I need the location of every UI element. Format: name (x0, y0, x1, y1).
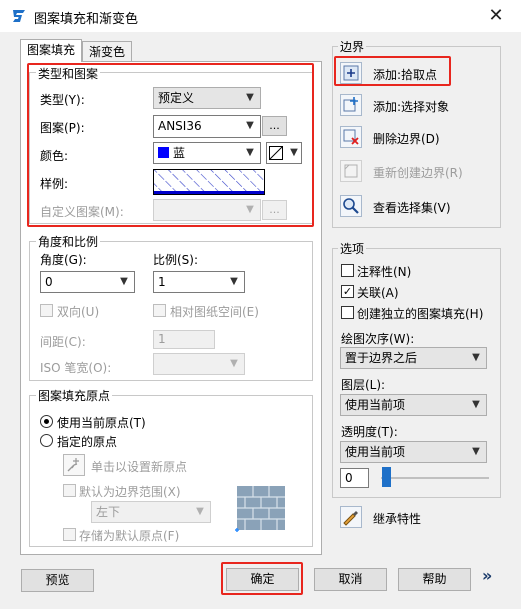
chevron-down-icon: ▼ (120, 276, 128, 287)
options-title: 选项 (338, 240, 367, 257)
transparency-amount-input[interactable]: 0 (340, 468, 369, 488)
view-selection-icon[interactable] (340, 195, 362, 217)
close-icon[interactable]: ✕ (482, 4, 510, 28)
more-options-icon[interactable]: » (482, 566, 496, 585)
set-origin-button[interactable] (63, 454, 85, 476)
layer-label: 图层(L): (341, 378, 386, 392)
store-default-origin-label: 存储为默认原点(F) (79, 529, 180, 543)
chevron-down-icon: ▼ (472, 399, 480, 410)
associative-label: 关联(A) (357, 286, 399, 300)
layer-select[interactable]: 使用当前项 ▼ (340, 394, 487, 416)
annotative-label: 注释性(N) (357, 265, 412, 279)
transparency-select[interactable]: 使用当前项 ▼ (340, 441, 487, 463)
transparency-slider-track (381, 477, 489, 479)
relative-paper-checkbox[interactable] (153, 304, 166, 317)
remove-boundary-icon[interactable] (340, 126, 362, 148)
highlight-add-pick-point (334, 56, 451, 86)
inherit-properties-icon[interactable] (340, 506, 362, 528)
hatch-origin-title: 图案填充原点 (36, 387, 113, 404)
specified-origin-radio[interactable] (40, 434, 53, 447)
recreate-boundary-icon[interactable] (340, 160, 362, 182)
relative-paper-label: 相对图纸空间(E) (170, 305, 259, 319)
associative-checkbox[interactable]: ✓ (341, 285, 354, 298)
cancel-button[interactable]: 取消 (314, 568, 387, 591)
help-button[interactable]: 帮助 (398, 568, 471, 591)
checkmark-icon: ✓ (342, 285, 353, 298)
remove-boundary-button[interactable]: 删除边界(D) (373, 130, 440, 147)
view-selection-button[interactable]: 查看选择集(V) (373, 199, 451, 216)
specified-origin-label: 指定的原点 (57, 435, 118, 449)
extent-value: 左下 (96, 505, 121, 519)
boundary-title: 边界 (338, 38, 367, 55)
spacing-label: 间距(C): (40, 335, 86, 349)
double-checkbox[interactable] (40, 304, 53, 317)
origin-preview-bricks (234, 486, 286, 532)
layer-value: 使用当前项 (345, 398, 406, 412)
use-current-origin-label: 使用当前原点(T) (57, 416, 146, 430)
chevron-down-icon: ▼ (196, 506, 204, 517)
highlight-ok-button (221, 562, 303, 595)
transparency-label: 透明度(T): (341, 425, 398, 439)
recreate-boundary-button[interactable]: 重新创建边界(R) (373, 164, 463, 181)
crosshair-icon (67, 458, 79, 472)
inherit-properties-button[interactable]: 继承特性 (373, 510, 421, 527)
annotative-checkbox[interactable] (341, 264, 354, 277)
separate-hatch-checkbox[interactable] (341, 306, 354, 319)
scale-combo[interactable]: 1 ▼ (153, 271, 245, 293)
spacing-input[interactable]: 1 (153, 330, 215, 349)
chevron-down-icon: ▼ (230, 358, 238, 369)
app-logo-icon (11, 8, 27, 24)
chevron-down-icon: ▼ (230, 276, 238, 287)
scale-label: 比例(S): (153, 253, 199, 267)
add-select-objects-icon[interactable] (340, 94, 362, 116)
separate-hatch-label: 创建独立的图案填充(H) (357, 307, 484, 321)
draw-order-value: 置于边界之后 (345, 351, 418, 365)
chevron-down-icon: ▼ (472, 446, 480, 457)
preview-button[interactable]: 预览 (21, 569, 94, 592)
double-label: 双向(U) (57, 305, 100, 319)
draw-order-label: 绘图次序(W): (341, 332, 415, 346)
iso-pen-width-select[interactable]: ▼ (153, 353, 245, 375)
default-extent-checkbox[interactable] (63, 484, 76, 497)
extent-select[interactable]: 左下 ▼ (91, 501, 211, 523)
chevron-down-icon: ▼ (472, 352, 480, 363)
tab-gradient[interactable]: 渐变色 (82, 41, 133, 61)
tab-hatch[interactable]: 图案填充 (20, 39, 83, 62)
click-set-origin-label: 单击以设置新原点 (91, 460, 188, 474)
angle-value: 0 (45, 275, 53, 289)
use-current-origin-radio[interactable] (40, 415, 53, 428)
spacing-value: 1 (158, 332, 166, 346)
default-extent-label: 默认为边界范围(X) (79, 485, 181, 499)
angle-combo[interactable]: 0 ▼ (40, 271, 135, 293)
window-title: 图案填充和渐变色 (34, 12, 139, 27)
add-select-objects-button[interactable]: 添加:选择对象 (373, 98, 449, 115)
angle-label: 角度(G): (40, 253, 87, 267)
iso-pen-width-label: ISO 笔宽(O): (40, 361, 112, 375)
transparency-amount-value: 0 (345, 471, 353, 485)
draw-order-select[interactable]: 置于边界之后 ▼ (340, 347, 487, 369)
transparency-slider-thumb[interactable] (382, 467, 391, 487)
highlight-type-pattern (27, 63, 314, 227)
transparency-value: 使用当前项 (345, 445, 406, 459)
angle-scale-title: 角度和比例 (36, 233, 101, 250)
store-default-origin-checkbox[interactable] (63, 528, 76, 541)
scale-value: 1 (158, 275, 166, 289)
